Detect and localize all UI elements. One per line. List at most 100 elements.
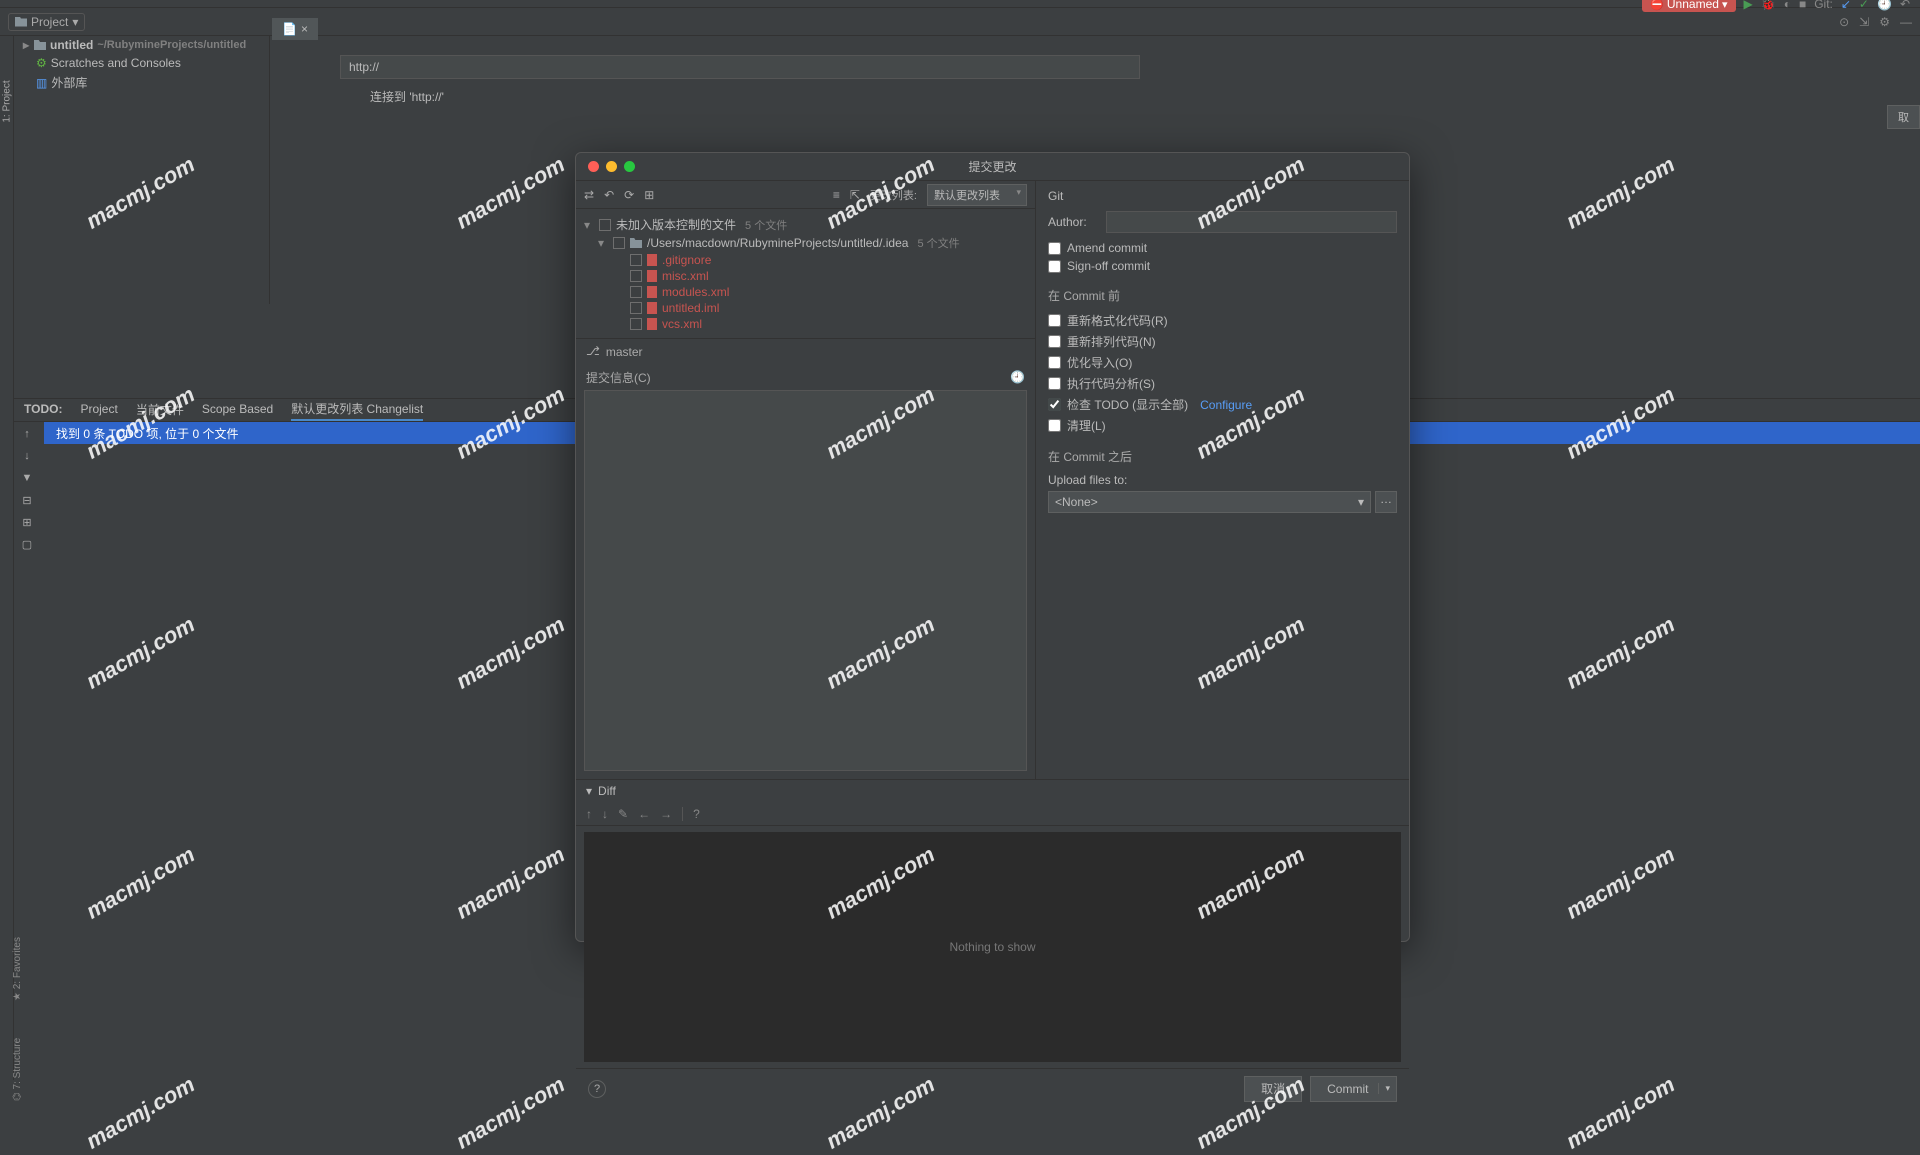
checkbox[interactable] [630,254,642,266]
minimize-window-button[interactable] [606,161,617,172]
group-by-icon[interactable]: ⊞ [644,188,654,202]
expand-icon[interactable]: ▢ [19,538,35,554]
editor-tab[interactable]: 📄× [272,18,318,40]
chevron-down-icon[interactable]: ▾ [584,218,594,232]
prev-diff-icon[interactable]: ↑ [586,807,592,821]
help-button[interactable]: ? [588,1080,606,1098]
file-icon: 📄 [282,22,297,36]
reformat-checkbox[interactable] [1048,314,1061,327]
watermark: macmj.com [82,841,200,924]
collapse-all-icon[interactable]: ⇱ [850,188,860,202]
stop-icon[interactable]: ■ [1799,0,1806,11]
show-diff-icon[interactable]: ⇄ [584,188,594,202]
close-tab-icon[interactable]: × [301,22,308,36]
expand-all-icon[interactable]: ≡ [833,188,840,202]
git-history-icon[interactable]: 🕘 [1877,0,1892,11]
folder-node[interactable]: ▾ /Users/macdown/RubymineProjects/untitl… [584,234,1027,252]
amend-checkbox[interactable] [1048,242,1061,255]
run-config-dropdown[interactable]: ⛔ Unnamed ▾ [1642,0,1735,12]
close-window-button[interactable] [588,161,599,172]
rearrange-checkbox[interactable] [1048,335,1061,348]
debug-icon[interactable]: 🐞 [1761,0,1776,11]
settings-icon[interactable]: ⚙ [1879,15,1890,29]
file-icon [647,318,657,330]
prev-file-icon[interactable]: ← [638,807,650,821]
locate-icon[interactable]: ⊙ [1839,15,1849,29]
todo-tab-changelist[interactable]: 默认更改列表 Changelist [291,400,423,421]
url-input[interactable] [340,55,1140,79]
project-tool-tab[interactable]: 1: Project [2,80,13,122]
next-file-icon[interactable]: → [660,807,672,821]
coverage-icon[interactable]: ◐ [1784,0,1791,11]
todo-checkbox[interactable] [1048,398,1061,411]
revert-icon[interactable]: ↶ [604,188,614,202]
commit-button[interactable]: Commit [1310,1076,1397,1102]
file-node[interactable]: .gitignore [584,252,1027,268]
changelist-dropdown[interactable]: 默认更改列表 [927,184,1027,206]
author-input[interactable] [1106,211,1397,233]
file-node[interactable]: vcs.xml [584,316,1027,332]
zoom-window-button[interactable] [624,161,635,172]
top-menubar: ⛔ Unnamed ▾ ▶ 🐞 ◐ ■ Git: ↙ ✓ 🕘 ↶ [0,0,1920,8]
chevron-down-icon[interactable]: ▾ [598,236,608,250]
upload-target-dropdown[interactable]: <None>▾ [1048,491,1371,513]
checkbox[interactable] [630,318,642,330]
run-icon[interactable]: ▶ [1744,0,1753,11]
next-todo-icon[interactable]: ↓ [19,450,35,466]
commit-dialog: 提交更改 ⇄ ↶ ⟳ ⊞ ≡ ⇱ 更改列表: 默认更改列表 [575,152,1410,942]
folder-icon [15,17,27,27]
git-revert-icon[interactable]: ↶ [1900,0,1910,11]
next-diff-icon[interactable]: ↓ [602,807,608,821]
watermark: macmj.com [1562,1071,1680,1154]
minimize-icon[interactable]: — [1900,15,1912,29]
configure-link[interactable]: Configure [1200,398,1252,412]
project-view-selector[interactable]: Project ▾ [8,13,85,31]
checkbox[interactable] [630,302,642,314]
commit-message-input[interactable] [584,390,1027,771]
upload-browse-button[interactable]: … [1375,491,1397,513]
branch-indicator[interactable]: ⎇ master [576,338,1035,364]
chevron-down-icon[interactable]: ▾ [586,784,592,798]
git-label: Git: [1814,0,1833,11]
checkbox[interactable] [630,270,642,282]
cancel-button[interactable]: 取消 [1244,1076,1302,1102]
scratches-node[interactable]: ⚙ Scratches and Consoles [14,54,269,72]
git-commit-icon[interactable]: ✓ [1859,0,1869,11]
expand-arrow-icon[interactable]: ▸ [22,38,30,52]
structure-tool-tab[interactable]: ⌬ 7: Structure [12,1038,23,1101]
cleanup-checkbox[interactable] [1048,419,1061,432]
todo-tab-project[interactable]: Project [80,402,117,418]
watermark: macmj.com [1562,151,1680,234]
todo-tab-scope[interactable]: Scope Based [202,402,273,418]
history-icon[interactable]: 🕘 [1010,370,1025,384]
upload-label: Upload files to: [1048,473,1397,487]
unversioned-files-node[interactable]: ▾ 未加入版本控制的文件 5 个文件 [584,215,1027,234]
project-root[interactable]: ▸ untitled ~/RubymineProjects/untitled [14,36,269,54]
analysis-checkbox[interactable] [1048,377,1061,390]
after-commit-header: 在 Commit 之后 [1048,448,1397,465]
file-icon [647,286,657,298]
todo-tab-current[interactable]: 当前文件 [136,401,184,420]
folder-icon [34,40,46,50]
file-node[interactable]: misc.xml [584,268,1027,284]
file-node[interactable]: modules.xml [584,284,1027,300]
collapse-icon[interactable]: ⇲ [1859,15,1869,29]
branch-icon: ⎇ [586,344,600,359]
prev-todo-icon[interactable]: ↑ [19,428,35,444]
checkbox[interactable] [599,219,611,231]
optimize-checkbox[interactable] [1048,356,1061,369]
connection-status: 连接到 'http://' [370,88,444,105]
git-update-icon[interactable]: ↙ [1841,0,1851,11]
filter-icon[interactable]: ▼ [19,472,35,488]
favorites-tool-tab[interactable]: ★ 2: Favorites [12,937,23,1001]
edit-icon[interactable]: ✎ [618,807,628,821]
checkbox[interactable] [613,237,625,249]
signoff-checkbox[interactable] [1048,260,1061,273]
external-libs-node[interactable]: ▥ 外部库 [14,72,269,93]
checkbox[interactable] [630,286,642,298]
file-node[interactable]: untitled.iml [584,300,1027,316]
cancel-side-button[interactable]: 取 [1887,105,1920,129]
group-icon[interactable]: ⊞ [19,516,35,532]
refresh-icon[interactable]: ⟳ [624,188,634,202]
diff-help-icon[interactable]: ? [693,807,700,821]
